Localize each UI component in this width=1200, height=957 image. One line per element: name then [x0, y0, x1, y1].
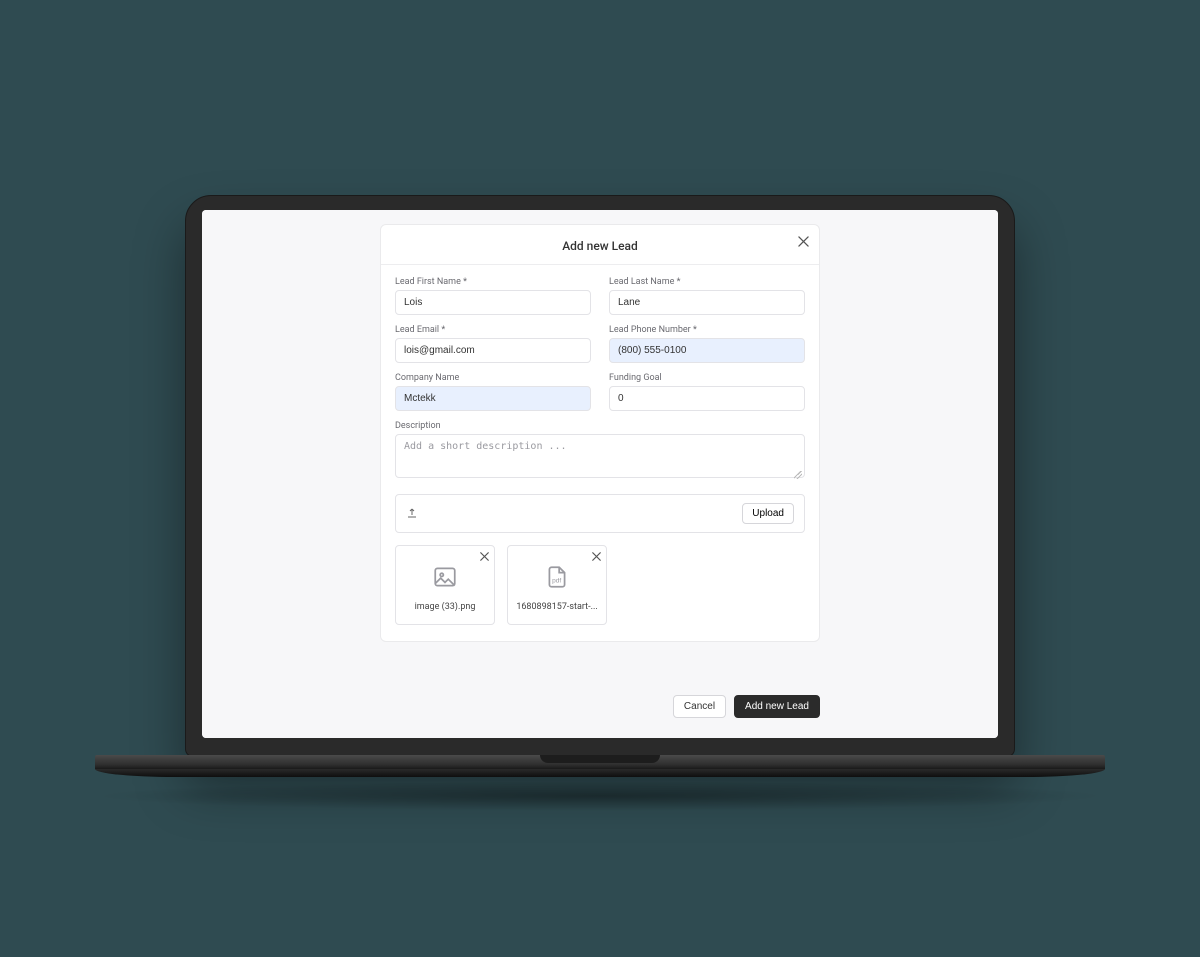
phone-label: Lead Phone Number * — [609, 325, 805, 335]
close-icon — [592, 552, 601, 561]
remove-file-button[interactable] — [588, 548, 604, 564]
first-name-input[interactable] — [395, 290, 591, 315]
laptop-frame: Add new Lead Lead First Name * — [185, 195, 1015, 811]
description-textarea[interactable] — [395, 434, 805, 478]
last-name-input[interactable] — [609, 290, 805, 315]
funding-goal-label: Funding Goal — [609, 373, 805, 383]
email-input[interactable] — [395, 338, 591, 363]
svg-text:pdf: pdf — [552, 577, 561, 584]
laptop-base — [185, 755, 1015, 811]
last-name-label: Lead Last Name * — [609, 277, 805, 287]
close-icon — [798, 236, 809, 247]
uploaded-files: image (33).png pdf 1680898157-start-... — [395, 545, 805, 625]
laptop-body: Add new Lead Lead First Name * — [185, 195, 1015, 757]
first-name-label: Lead First Name * — [395, 277, 591, 287]
description-label: Description — [395, 421, 805, 431]
app-surface: Add new Lead Lead First Name * — [202, 210, 998, 738]
resize-handle-icon[interactable] — [794, 471, 802, 479]
close-icon — [480, 552, 489, 561]
funding-goal-input[interactable] — [609, 386, 805, 411]
add-lead-button[interactable]: Add new Lead — [734, 695, 820, 718]
close-button[interactable] — [793, 231, 813, 251]
modal-body: Lead First Name * Lead Last Name * Lead … — [381, 265, 819, 641]
phone-input[interactable] — [609, 338, 805, 363]
modal-footer: Cancel Add new Lead — [673, 695, 820, 718]
company-label: Company Name — [395, 373, 591, 383]
upload-dropzone[interactable]: Upload — [395, 494, 805, 533]
company-input[interactable] — [395, 386, 591, 411]
upload-icon — [406, 504, 418, 523]
screen: Add new Lead Lead First Name * — [202, 210, 998, 738]
modal-title: Add new Lead — [562, 239, 638, 253]
file-tile: image (33).png — [395, 545, 495, 625]
cancel-button[interactable]: Cancel — [673, 695, 726, 718]
add-lead-modal: Add new Lead Lead First Name * — [380, 224, 820, 642]
remove-file-button[interactable] — [476, 548, 492, 564]
upload-button[interactable]: Upload — [742, 503, 794, 524]
pdf-file-icon: pdf — [544, 564, 570, 594]
file-name: 1680898157-start-... — [516, 602, 597, 612]
file-name: image (33).png — [415, 602, 476, 612]
modal-header: Add new Lead — [381, 225, 819, 265]
image-file-icon — [432, 564, 458, 594]
email-label: Lead Email * — [395, 325, 591, 335]
file-tile: pdf 1680898157-start-... — [507, 545, 607, 625]
